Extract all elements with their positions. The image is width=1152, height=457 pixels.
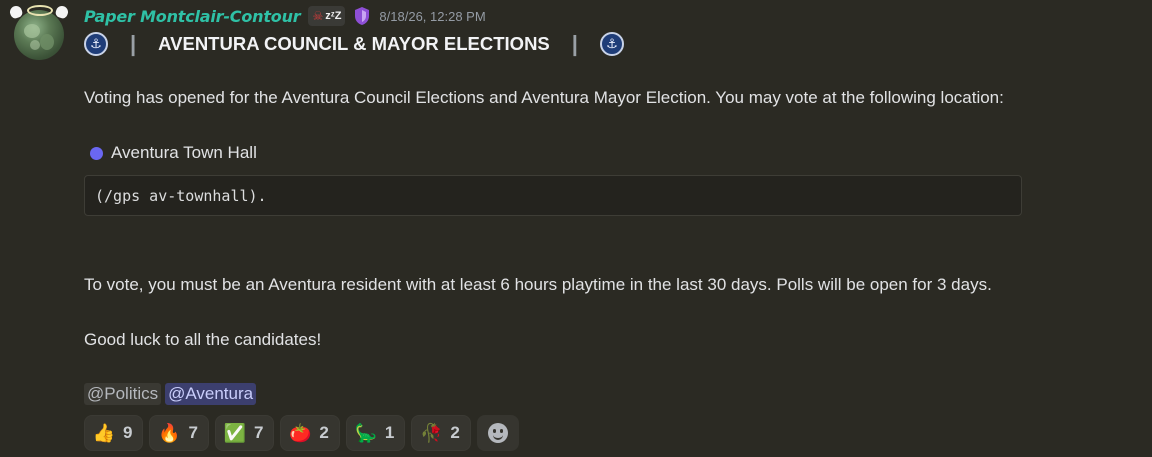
halo-decoration: [27, 5, 53, 16]
reaction-thumbs-up[interactable]: 👍 9: [84, 415, 144, 451]
location-name: Aventura Town Hall: [111, 143, 257, 162]
thumbs-up-icon: 👍: [92, 422, 116, 443]
shield-icon[interactable]: [353, 6, 371, 26]
reaction-count: 9: [123, 423, 133, 442]
wilted-flower-icon: 🥀: [420, 422, 443, 443]
mention-aventura[interactable]: @Aventura: [165, 383, 257, 405]
closing-text: Good luck to all the candidates!: [84, 330, 322, 349]
intro-text: Voting has opened for the Aventura Counc…: [84, 88, 1004, 107]
reaction-wilted-flower[interactable]: 🥀 2: [411, 415, 471, 451]
reactions-bar: 👍 9 🔥 7 ✅ 7 🍅 2 🦕 1 🥀 2: [84, 415, 519, 451]
message-header: Paper Montclair-Contour ☠ zᶻZ 8/18/26, 1…: [84, 4, 486, 28]
blue-circle-icon: [90, 146, 103, 160]
reaction-count: 7: [188, 423, 198, 442]
location-item: Aventura Town Hall: [90, 143, 257, 163]
skull-icon: ☠: [312, 9, 324, 23]
anchor-icon: ⚓: [599, 32, 624, 56]
chat-message: Paper Montclair-Contour ☠ zᶻZ 8/18/26, 1…: [0, 0, 1152, 457]
requirements-text: To vote, you must be an Aventura residen…: [84, 275, 992, 294]
reaction-fire[interactable]: 🔥 7: [149, 415, 209, 451]
mention-politics[interactable]: @Politics: [84, 383, 162, 405]
tomato-icon: 🍅: [289, 422, 312, 443]
anchor-icon: ⚓: [84, 32, 108, 56]
reaction-dinosaur[interactable]: 🦕 1: [345, 415, 406, 451]
smiley-icon: [487, 423, 508, 443]
reaction-count: 2: [319, 423, 329, 442]
avatar-image: [14, 10, 64, 60]
code-block: (/gps av-townhall).: [84, 175, 1022, 216]
reaction-count: 7: [253, 423, 264, 442]
reaction-count: 1: [384, 423, 395, 442]
reaction-check-mark[interactable]: ✅ 7: [214, 415, 275, 451]
check-mark-icon: ✅: [223, 422, 247, 443]
dinosaur-icon: 🦕: [354, 422, 378, 443]
author-username[interactable]: Paper Montclair-Contour: [84, 7, 301, 26]
announcement-title: AVENTURA COUNCIL & MAYOR ELECTIONS: [158, 33, 550, 54]
fire-icon: 🔥: [158, 422, 181, 443]
status-badge-text: zᶻZ: [325, 10, 342, 22]
title-separator: |: [130, 31, 137, 56]
reaction-count: 2: [450, 423, 460, 442]
avatar[interactable]: [8, 4, 70, 60]
reaction-tomato[interactable]: 🍅 2: [280, 415, 340, 451]
message-timestamp[interactable]: 8/18/26, 12:28 PM: [379, 9, 485, 24]
mentions: @Politics @Aventura: [84, 383, 257, 405]
announcement-title-line: ⚓ | AVENTURA COUNCIL & MAYOR ELECTIONS |…: [84, 31, 624, 57]
status-badge[interactable]: ☠ zᶻZ: [308, 6, 346, 26]
add-reaction-button[interactable]: [476, 415, 519, 451]
title-separator: |: [571, 31, 578, 56]
